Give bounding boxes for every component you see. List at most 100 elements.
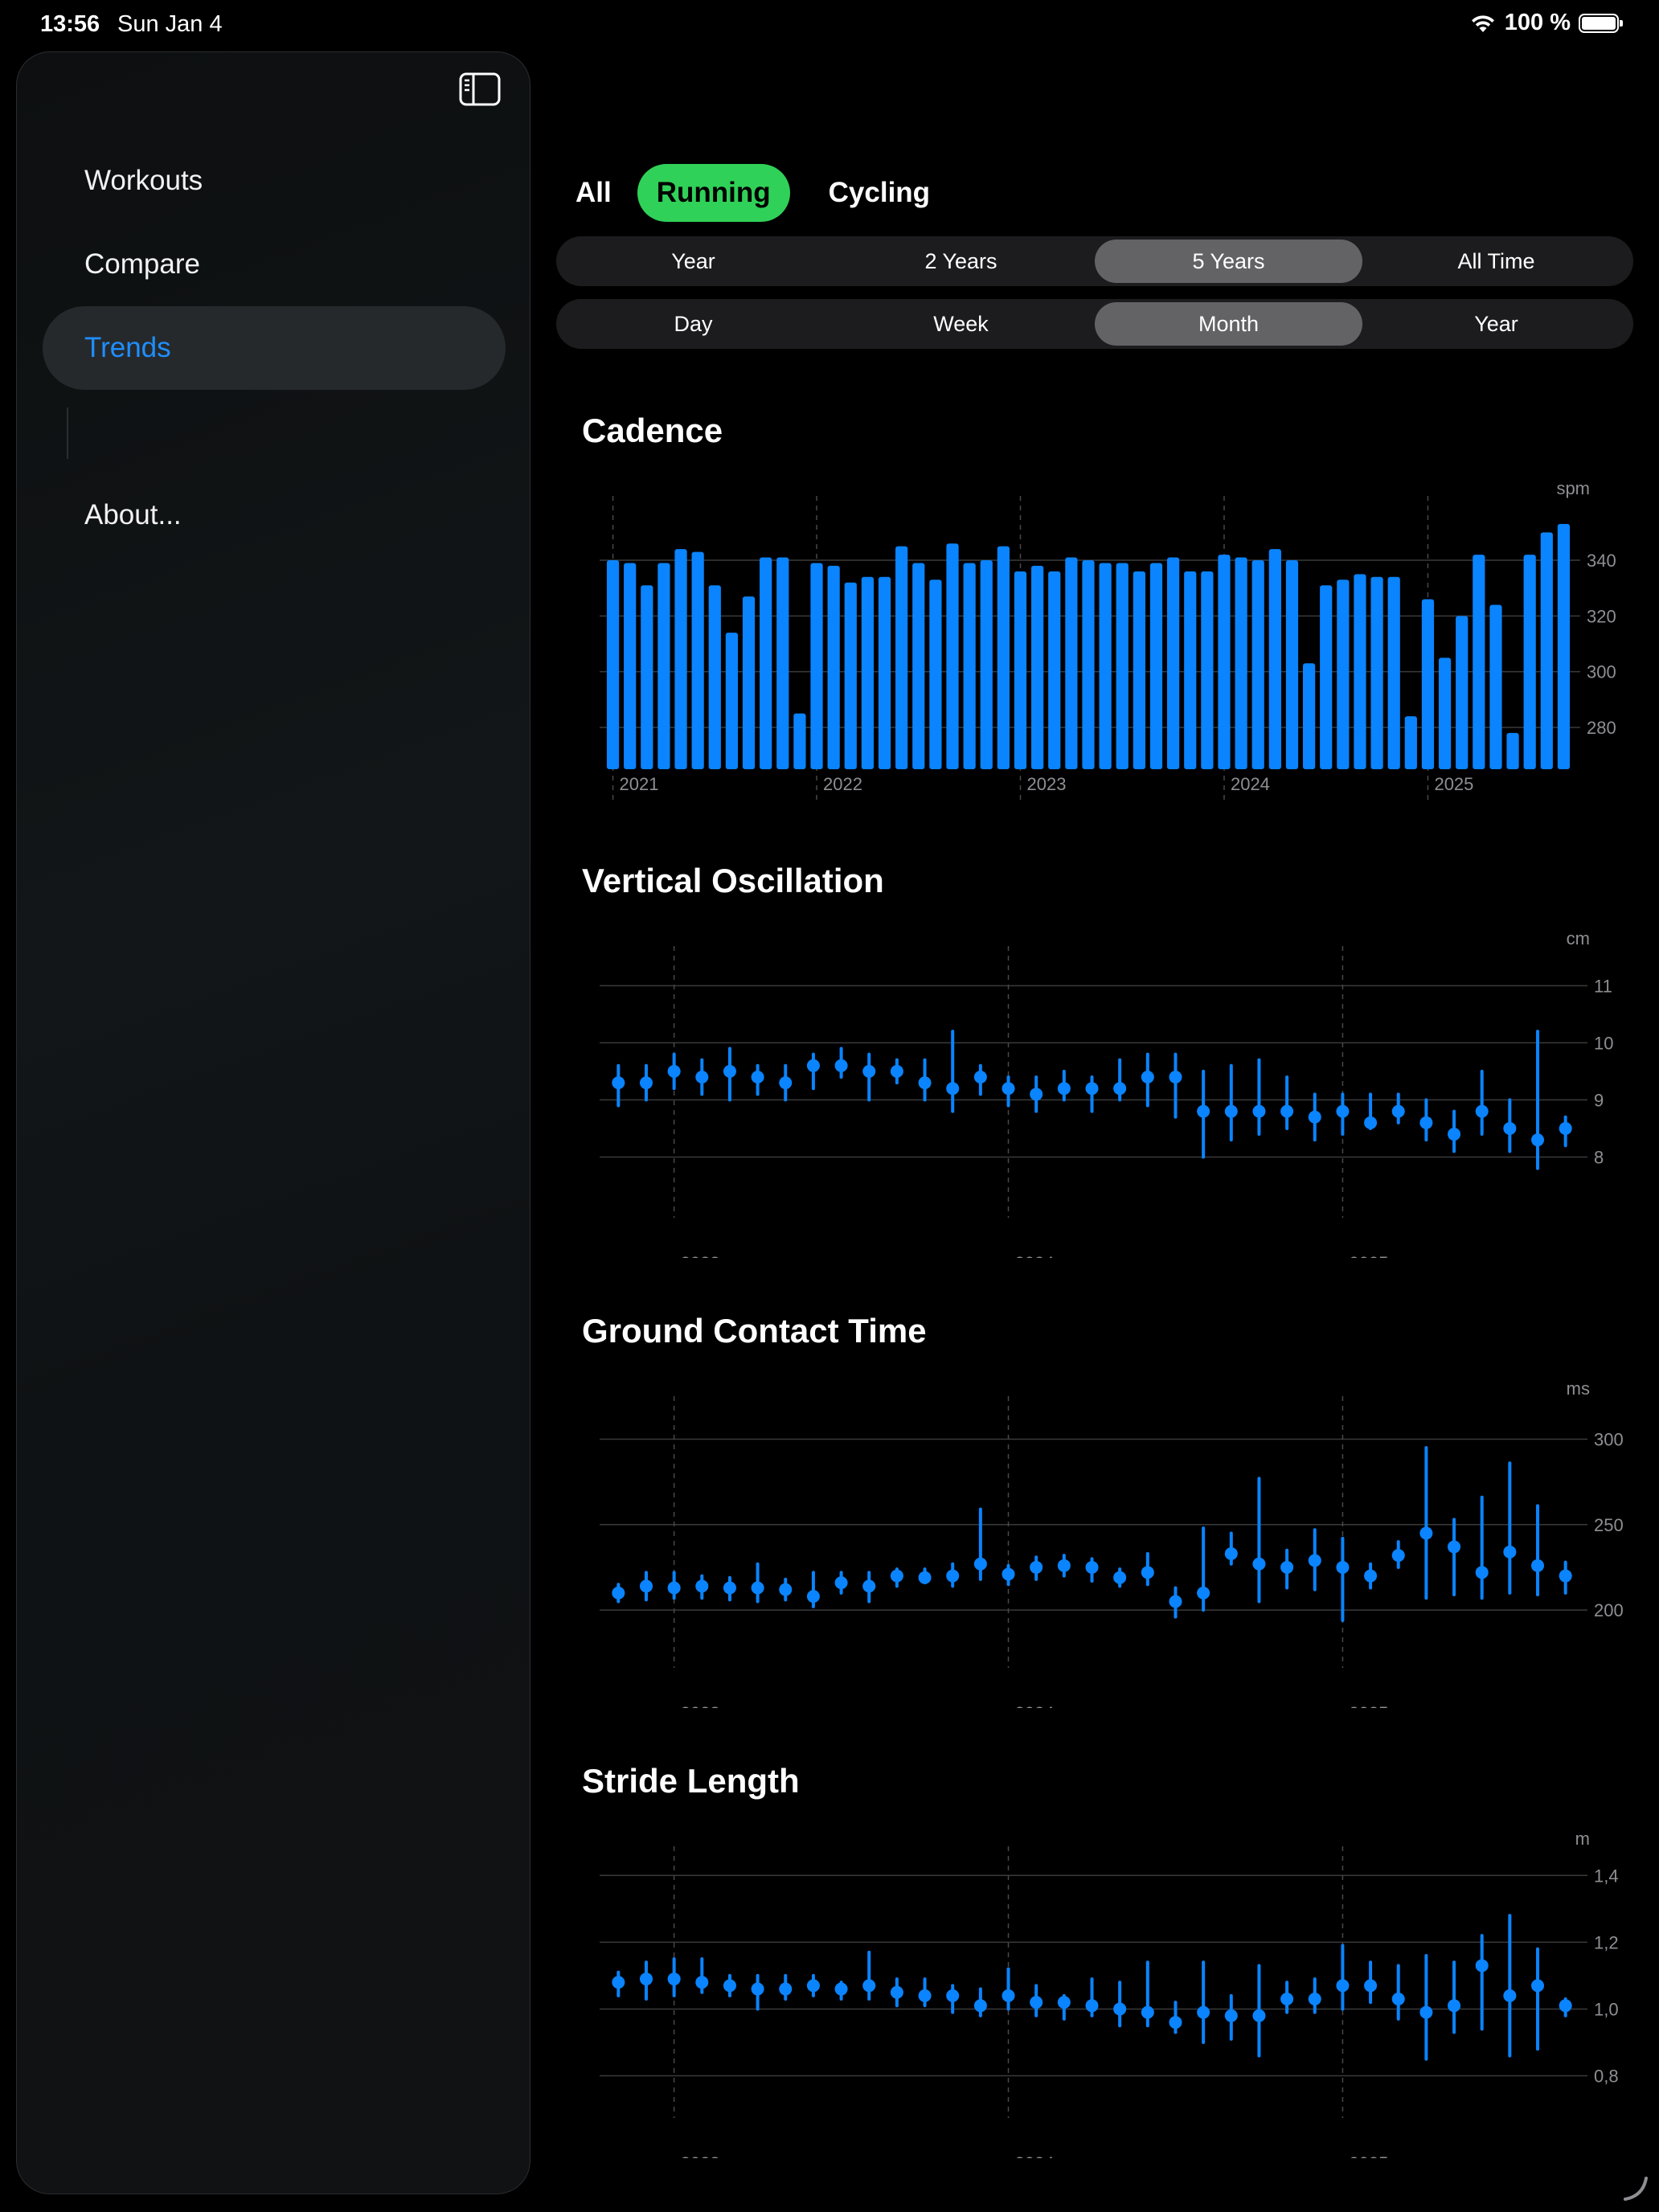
data-point — [862, 1579, 876, 1593]
data-point — [1113, 1571, 1127, 1584]
range-segmented-control: Year 2 Years 5 Years All Time — [556, 236, 1633, 286]
data-point — [1503, 1989, 1517, 2002]
tab-cycling[interactable]: Cycling — [809, 164, 949, 222]
main-content: All Running Cycling Year 2 Years 5 Years… — [530, 0, 1659, 2212]
bar — [1438, 657, 1452, 769]
bar — [895, 546, 908, 769]
data-point — [1057, 1082, 1071, 1096]
data-point — [862, 1064, 876, 1078]
data-point — [1252, 2009, 1266, 2022]
group-day[interactable]: Day — [559, 302, 827, 346]
data-point — [667, 1972, 681, 1986]
bar — [793, 713, 806, 769]
data-point — [1475, 1959, 1489, 1972]
data-point — [1224, 1546, 1238, 1560]
data-point — [1169, 2016, 1182, 2030]
group-week[interactable]: Week — [827, 302, 1095, 346]
range-5-years[interactable]: 5 Years — [1095, 240, 1362, 283]
data-point — [834, 1576, 848, 1590]
data-point — [1169, 1595, 1182, 1608]
y-tick-label: 1,0 — [1594, 1999, 1619, 2019]
sidebar-item-compare[interactable]: Compare — [43, 223, 506, 306]
y-tick-label: 250 — [1594, 1515, 1624, 1535]
sidebar-item-workouts[interactable]: Workouts — [43, 139, 506, 223]
group-month[interactable]: Month — [1095, 302, 1362, 346]
y-tick-label: 1,2 — [1594, 1932, 1619, 1952]
x-tick-label: 2022 — [823, 774, 862, 794]
data-point — [779, 1982, 793, 1996]
data-point — [918, 1989, 932, 2002]
bar — [844, 582, 857, 769]
bar — [1540, 532, 1553, 769]
data-point — [1336, 1560, 1350, 1574]
x-tick-label: 2023 — [681, 1253, 720, 1258]
x-tick-label: 2024 — [1231, 774, 1270, 794]
bar — [776, 557, 789, 769]
bar — [674, 549, 687, 769]
data-point — [1057, 1996, 1071, 2009]
data-point — [890, 1064, 903, 1078]
range-year[interactable]: Year — [559, 240, 827, 283]
data-point — [1030, 1560, 1043, 1574]
data-point — [695, 1579, 709, 1593]
data-point — [1391, 1549, 1405, 1563]
y-tick-label: 300 — [1594, 1430, 1624, 1450]
data-point — [1531, 1559, 1545, 1572]
tab-running[interactable]: Running — [637, 164, 790, 222]
sidebar-item-trends[interactable]: Trends — [43, 306, 506, 390]
resize-handle-icon[interactable] — [1619, 2172, 1651, 2204]
data-point — [1559, 1999, 1572, 2013]
data-point — [639, 1579, 653, 1593]
bar — [1082, 560, 1095, 769]
data-point — [1308, 1110, 1321, 1124]
axis-unit-label: spm — [1556, 478, 1590, 498]
chart-title-ground-contact-time: Ground Contact Time — [582, 1312, 927, 1350]
data-point — [1419, 2005, 1433, 2019]
data-point — [1252, 1104, 1266, 1118]
bar — [1251, 560, 1264, 769]
bar — [1149, 563, 1163, 769]
range-all-time[interactable]: All Time — [1362, 240, 1630, 283]
bar — [1014, 571, 1027, 769]
bar — [1201, 571, 1214, 769]
data-point — [918, 1076, 932, 1090]
data-point — [1475, 1104, 1489, 1118]
data-point — [1002, 1082, 1015, 1096]
bar — [1489, 604, 1502, 769]
data-point — [1364, 1979, 1378, 1993]
data-point — [695, 1071, 709, 1083]
bar — [641, 585, 653, 769]
range-2-years[interactable]: 2 Years — [827, 240, 1095, 283]
data-point — [1448, 1128, 1461, 1141]
data-point — [1002, 1989, 1015, 2002]
data-point — [1559, 1569, 1572, 1583]
data-point — [1308, 1993, 1321, 2005]
bar — [827, 565, 840, 769]
data-point — [946, 1082, 960, 1096]
data-point — [1531, 1133, 1545, 1147]
data-point — [751, 1071, 764, 1083]
bar — [1320, 585, 1333, 769]
bar — [810, 563, 823, 769]
sidebar-item-label: About... — [84, 499, 182, 530]
bar — [929, 580, 942, 769]
data-point — [1308, 1554, 1321, 1567]
bar — [963, 563, 976, 769]
sidebar-item-about[interactable]: About... — [43, 473, 506, 557]
group-year[interactable]: Year — [1362, 302, 1630, 346]
bar — [1133, 571, 1145, 769]
data-point — [918, 1571, 932, 1584]
data-point — [946, 1569, 960, 1583]
bar — [946, 543, 959, 769]
data-point — [1030, 1088, 1043, 1101]
bar — [708, 585, 721, 769]
data-point — [612, 1976, 625, 1989]
cadence-chart: spm 280 300 320 340 2021 2022 2023 2024 2025 — [600, 478, 1616, 801]
tab-all[interactable]: All — [555, 164, 618, 222]
sidebar-toggle-icon[interactable] — [459, 72, 501, 107]
bar — [1184, 571, 1197, 769]
data-point — [723, 1581, 736, 1595]
data-point — [639, 1076, 653, 1090]
data-point — [612, 1076, 625, 1090]
bar — [980, 560, 993, 769]
